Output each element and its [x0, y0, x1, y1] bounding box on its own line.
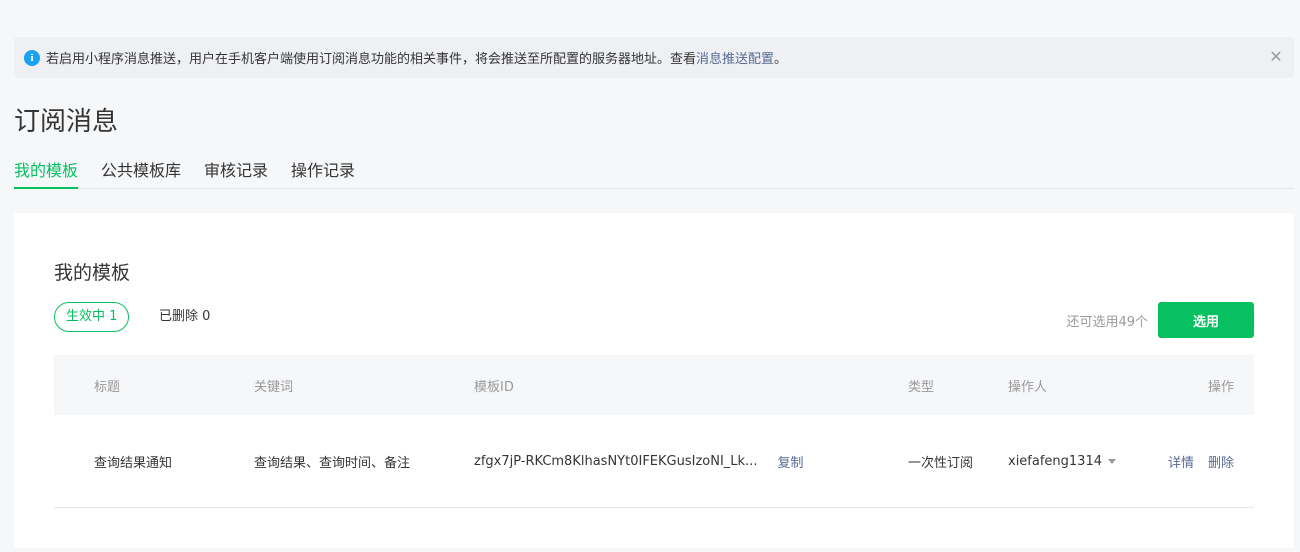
row-keywords: 查询结果、查询时间、备注: [254, 455, 411, 471]
tab-review-records[interactable]: 审核记录: [204, 160, 268, 189]
page-title: 订阅消息: [14, 107, 119, 137]
table-row: 查询结果通知 查询结果、查询时间、备注 zfgx7jP-RKCm8KlhasNY…: [54, 415, 1254, 508]
tab-operation-records[interactable]: 操作记录: [291, 160, 355, 189]
tab-my-templates[interactable]: 我的模板: [14, 160, 79, 189]
tab-public-library[interactable]: 公共模板库: [101, 160, 181, 189]
table-header: 标题 关键词 模板ID 类型 操作人 操作: [54, 355, 1254, 415]
filter-deleted[interactable]: 已删除 0: [159, 302, 210, 332]
header-operator: 操作人: [1008, 379, 1048, 395]
copy-link[interactable]: 复制: [777, 452, 803, 471]
header-keywords: 关键词: [254, 379, 294, 395]
card-title: 我的模板: [54, 262, 131, 284]
remaining-count: 还可选用49个: [1066, 315, 1148, 330]
row-operator-cell[interactable]: xiefafeng1314: [1008, 415, 1116, 507]
header-template-id: 模板ID: [474, 379, 514, 395]
row-operator: xiefafeng1314: [1008, 453, 1102, 469]
filter-active[interactable]: 生效中 1: [54, 302, 130, 332]
row-type: 一次性订阅: [908, 455, 974, 471]
detail-link[interactable]: 详情: [1168, 452, 1194, 471]
notice-bar: i 若启用小程序消息推送，用户在手机客户端使用订阅消息功能的相关事件，将会推送至…: [14, 37, 1294, 78]
row-title: 查询结果通知: [94, 455, 173, 471]
templates-table: 标题 关键词 模板ID 类型 操作人 操作 查询结果通知 查询结果、查询时间、备…: [54, 355, 1254, 508]
notice-text: 若启用小程序消息推送，用户在手机客户端使用订阅消息功能的相关事件，将会推送至所配…: [46, 52, 697, 67]
row-template-id: zfgx7jP-RKCm8KlhasNYt0IFEKGusIzoNI_Lk...: [474, 453, 758, 469]
info-icon: i: [24, 49, 40, 66]
select-template-button[interactable]: 选用: [1158, 302, 1254, 338]
notice-suffix: 。: [774, 52, 788, 67]
close-icon[interactable]: ✕: [1268, 49, 1284, 65]
header-type: 类型: [908, 379, 935, 395]
tab-bar: 我的模板 公共模板库 审核记录 操作记录: [14, 160, 1294, 189]
header-actions: 操作: [1207, 379, 1234, 395]
caret-down-icon[interactable]: [1108, 458, 1116, 464]
delete-link[interactable]: 删除: [1208, 452, 1234, 471]
header-title: 标题: [94, 379, 121, 395]
row-template-id-cell: zfgx7jP-RKCm8KlhasNYt0IFEKGusIzoNI_Lk...…: [474, 415, 803, 507]
push-config-link[interactable]: 消息推送配置: [696, 48, 774, 67]
templates-card: 我的模板 生效中 1 已删除 0 还可选用49个 选用 标题 关键词 模板ID …: [14, 213, 1294, 548]
row-actions: 详情 删除: [1168, 415, 1234, 507]
